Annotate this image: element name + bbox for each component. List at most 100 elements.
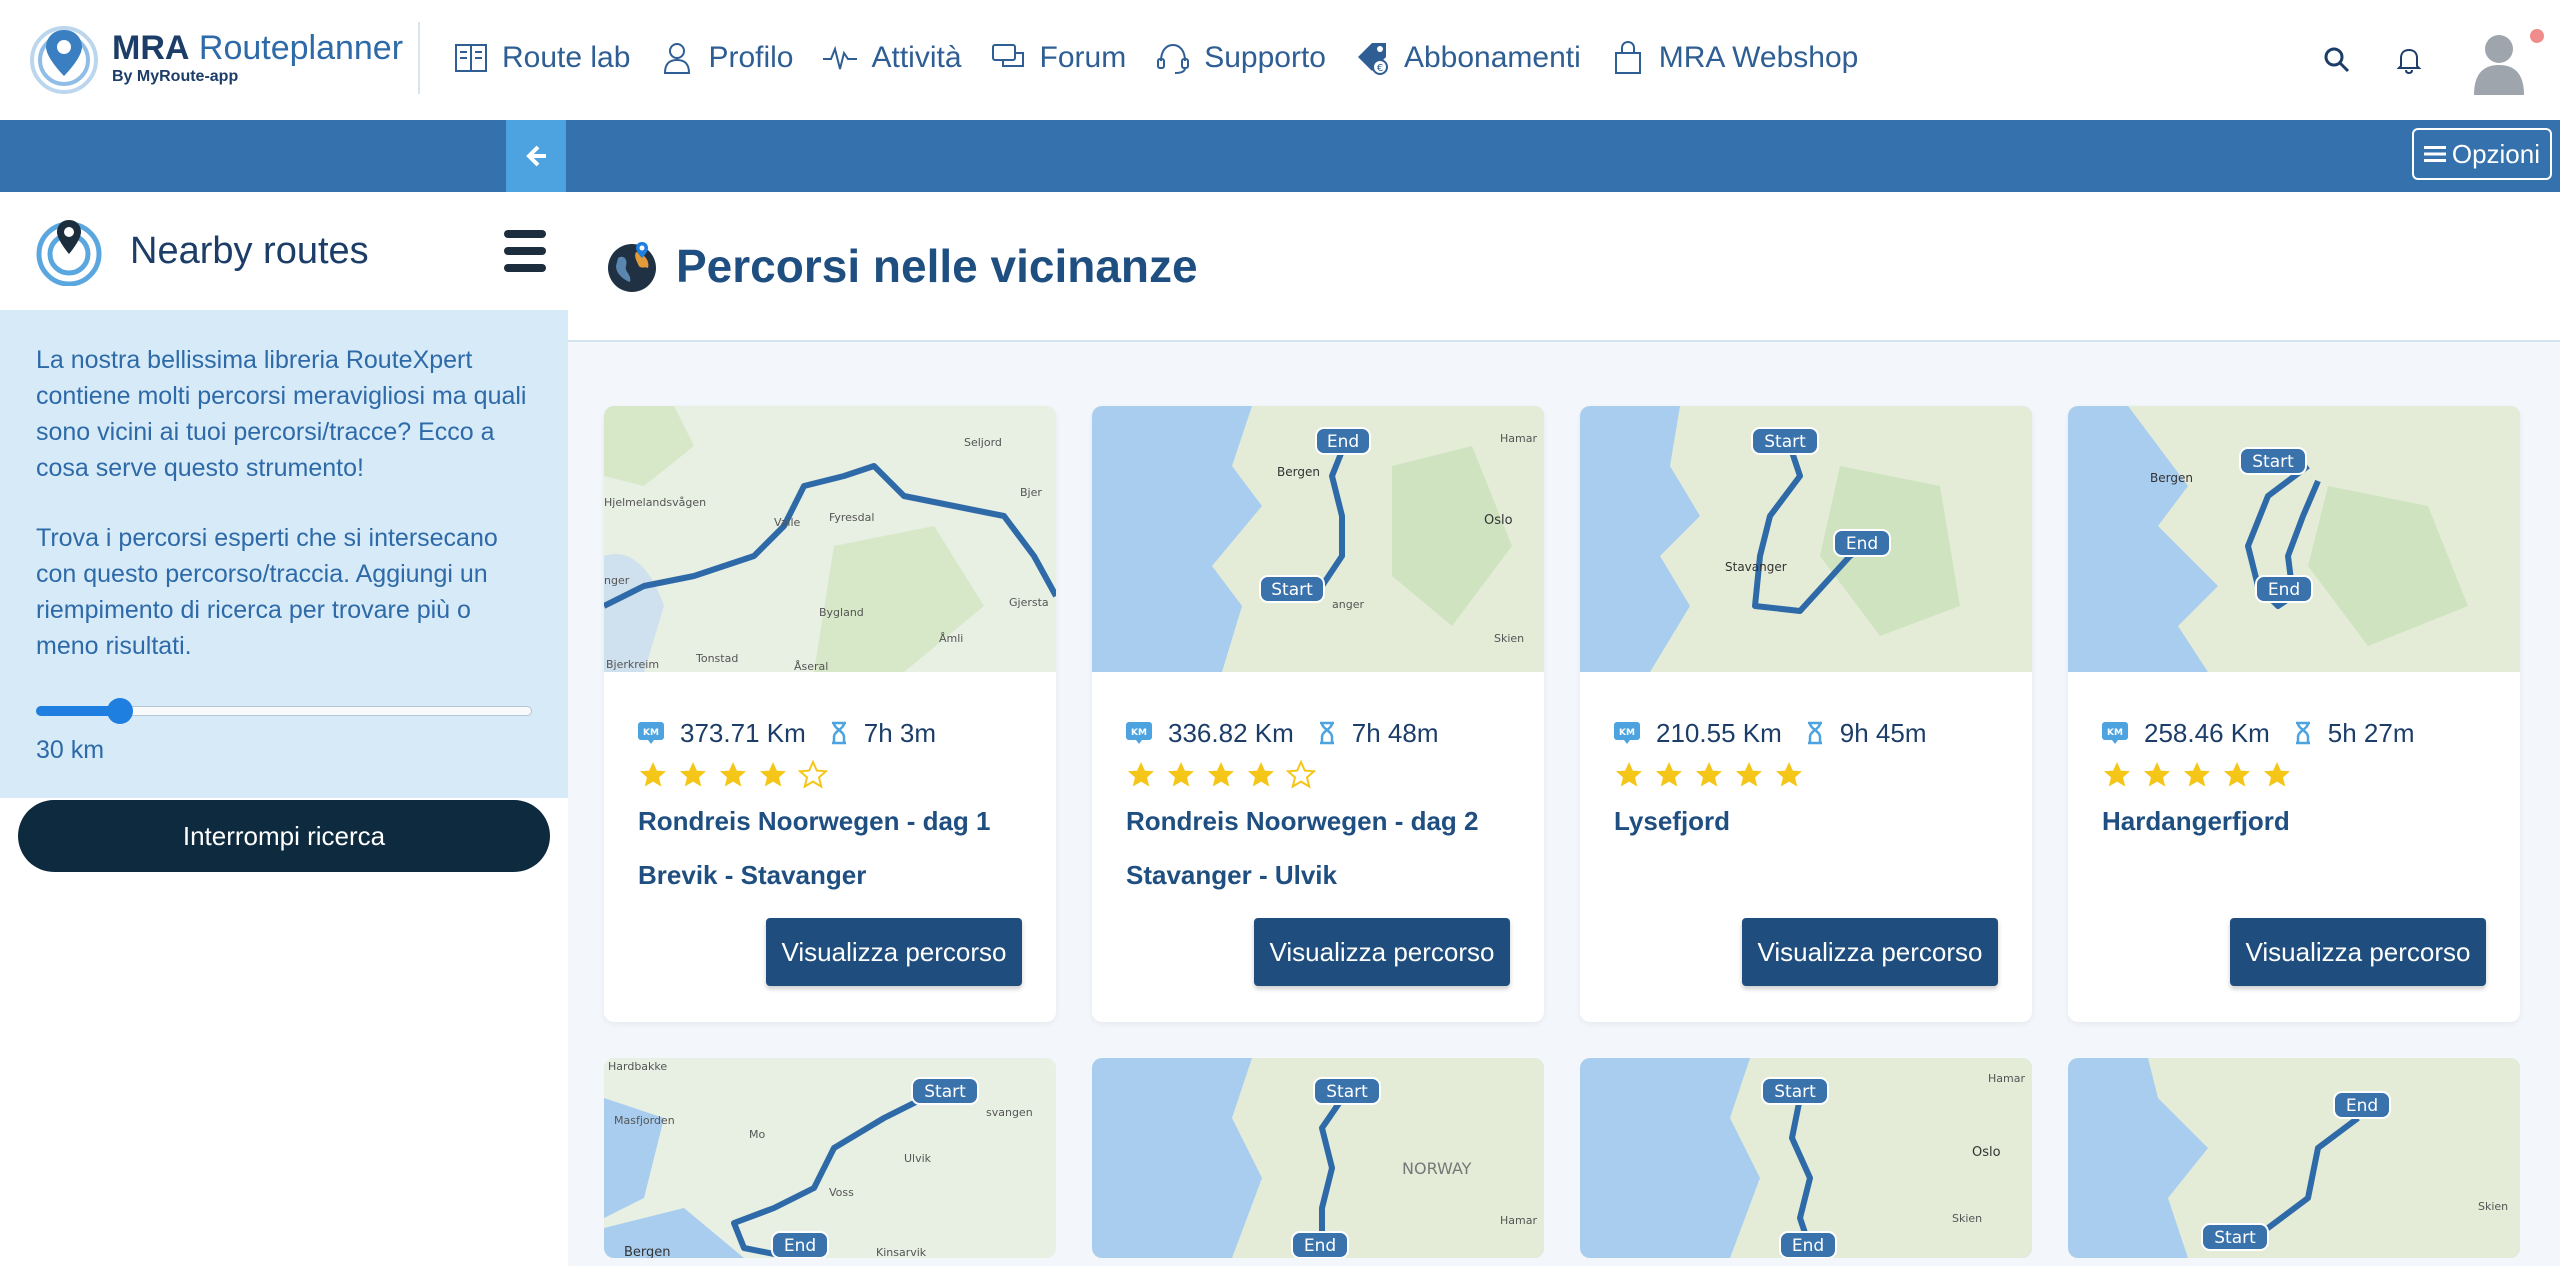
map-label: Hamar xyxy=(1500,1214,1537,1227)
page-title: Percorsi nelle vicinanze xyxy=(676,240,1198,292)
view-route-button[interactable]: Visualizza percorso xyxy=(2230,918,2486,986)
route-card: Stavanger Start End KM 210.55 Km 9h 45m … xyxy=(1580,406,2032,1022)
search-icon[interactable] xyxy=(2320,43,2354,77)
nav-forum-label: Forum xyxy=(1039,41,1127,74)
map-label: Voss xyxy=(829,1186,854,1199)
route-map[interactable]: Bergen Hamar Oslo anger Skien End Start xyxy=(1092,406,1544,672)
map-label: Kinsarvik xyxy=(876,1246,927,1258)
end-marker: End xyxy=(1792,1236,1824,1256)
route-duration: 7h 3m xyxy=(863,717,937,748)
brand-name-bold: MRA xyxy=(112,29,190,67)
route-name[interactable]: Hardangerfjord xyxy=(2102,796,2486,846)
nav-forum[interactable]: Forum xyxy=(990,30,1127,86)
star-filled-icon xyxy=(2104,762,2130,787)
route-map[interactable]: Seljord Hjelmelandsvågen Valle Fyresdal … xyxy=(604,406,1056,672)
brand-sub: By MyRoute- xyxy=(112,68,210,85)
route-name[interactable]: Lysefjord xyxy=(1614,796,1998,846)
stop-search-button[interactable]: Interrompi ricerca xyxy=(18,800,550,872)
bell-icon[interactable] xyxy=(2392,43,2426,77)
headset-icon xyxy=(1157,43,1190,74)
route-card[interactable]: Hamar Oslo Skien Start End xyxy=(1580,1058,2032,1258)
route-card: Bergen Hamar Oslo anger Skien End Start … xyxy=(1092,406,1544,1022)
map-label: Bjerkreim xyxy=(606,658,659,671)
slider-thumb[interactable] xyxy=(107,698,134,724)
star-filled-icon xyxy=(1248,762,1274,787)
mra-logo-icon xyxy=(30,26,98,94)
star-filled-icon xyxy=(1696,762,1722,787)
rating-stars xyxy=(2102,758,2486,792)
route-distance: 373.71 Km xyxy=(680,717,806,748)
map-label: Skien xyxy=(1952,1212,1982,1225)
route-card[interactable]: NORWAY Hamar Start End xyxy=(1092,1058,1544,1258)
options-button[interactable]: Opzioni xyxy=(2411,128,2552,180)
start-marker: Start xyxy=(1326,1082,1368,1102)
view-route-button[interactable]: Visualizza percorso xyxy=(1254,918,1510,986)
star-filled-icon xyxy=(2144,762,2170,787)
start-marker: Start xyxy=(1271,580,1313,600)
brand-divider xyxy=(418,22,420,94)
nav-route-lab[interactable]: Route lab xyxy=(452,30,630,86)
nav-mra-webshop[interactable]: MRA Webshop xyxy=(1609,30,1859,86)
map-label: Skien xyxy=(2478,1200,2508,1213)
map-label: Gjersta xyxy=(1009,596,1049,609)
map-label: Åmli xyxy=(939,632,963,645)
distance-km-icon: KM xyxy=(638,722,664,744)
distance-km-icon: KM xyxy=(2102,722,2128,744)
star-filled-icon xyxy=(1656,762,1682,787)
nav-mra-webshop-label: MRA Webshop xyxy=(1658,41,1859,74)
route-card[interactable]: Hardbakke Masfjorden Mo Voss Ulvik Berge… xyxy=(604,1058,1056,1258)
star-filled-icon xyxy=(2264,762,2290,787)
nav-supporto[interactable]: Supporto xyxy=(1154,30,1326,86)
info-paragraph-1: La nostra bellissima libreria RouteXpert… xyxy=(36,346,527,482)
star-filled-icon xyxy=(1168,762,1194,787)
route-map-image: Hardbakke Masfjorden Mo Voss Ulvik Berge… xyxy=(604,1058,1056,1258)
search-radius-slider[interactable] xyxy=(36,698,532,724)
route-map[interactable]: Stavanger Start End xyxy=(1580,406,2032,672)
route-map-image: Hamar Oslo Skien Start End xyxy=(1580,1058,2032,1258)
end-marker: End xyxy=(1327,432,1359,452)
star-filled-icon xyxy=(680,762,706,787)
brand-logo-link[interactable]: MRA Routeplanner By MyRoute-app xyxy=(26,20,403,96)
start-marker: Start xyxy=(1764,432,1806,452)
tag-icon: € xyxy=(1357,43,1388,75)
star-empty-icon xyxy=(1286,760,1316,789)
route-distance: 210.55 Km xyxy=(1656,717,1782,748)
star-filled-icon xyxy=(1776,762,1802,787)
view-route-button[interactable]: Visualizza percorso xyxy=(1742,918,1998,986)
svg-text:KM: KM xyxy=(2107,728,2123,738)
menu-icon xyxy=(2423,146,2446,162)
top-navbar: MRA Routeplanner By MyRoute-app Route la… xyxy=(0,0,2560,120)
page-header: Percorsi nelle vicinanze xyxy=(568,192,2560,342)
route-name[interactable]: Rondreis Noorwegen - dag 1 xyxy=(638,796,1022,846)
collapse-sidebar-button[interactable] xyxy=(506,120,566,192)
end-marker: End xyxy=(2268,580,2300,600)
start-marker: Start xyxy=(924,1082,966,1102)
map-label: Hamar xyxy=(1500,432,1537,445)
sidebar-header: Nearby routes xyxy=(0,192,568,310)
nav-abbonamenti[interactable]: € Abbonamenti xyxy=(1354,30,1581,86)
start-marker: Start xyxy=(1774,1082,1816,1102)
map-label: Åseral xyxy=(794,660,828,672)
map-label: Mo xyxy=(749,1128,765,1141)
map-label: Ulvik xyxy=(904,1152,932,1165)
star-filled-icon xyxy=(1616,762,1642,787)
route-map[interactable]: Bergen Start End xyxy=(2068,406,2520,672)
route-card[interactable]: Skien End Start xyxy=(2068,1058,2520,1258)
sidebar-info-panel: La nostra bellissima libreria RouteXpert… xyxy=(0,310,568,798)
nav-profilo[interactable]: Profilo xyxy=(658,30,793,86)
star-filled-icon xyxy=(760,762,786,787)
avatar[interactable] xyxy=(2464,25,2544,95)
rating-stars xyxy=(638,758,1022,792)
nav-attivita[interactable]: Attività xyxy=(821,30,962,86)
sidebar-menu-icon[interactable] xyxy=(502,226,548,276)
sidebar: Nearby routes La nostra bellissima libre… xyxy=(0,192,568,1266)
map-label: Valle xyxy=(774,516,801,529)
user-tools xyxy=(2320,0,2560,120)
options-label: Opzioni xyxy=(2451,138,2540,169)
route-name[interactable]: Rondreis Noorwegen - dag 2 xyxy=(1126,796,1510,846)
star-filled-icon xyxy=(720,762,746,787)
view-route-button[interactable]: Visualizza percorso xyxy=(766,918,1022,986)
map-label: Stavanger xyxy=(1725,560,1787,574)
route-card: Seljord Hjelmelandsvågen Valle Fyresdal … xyxy=(604,406,1056,1022)
route-map-image: NORWAY Hamar Start End xyxy=(1092,1058,1544,1258)
